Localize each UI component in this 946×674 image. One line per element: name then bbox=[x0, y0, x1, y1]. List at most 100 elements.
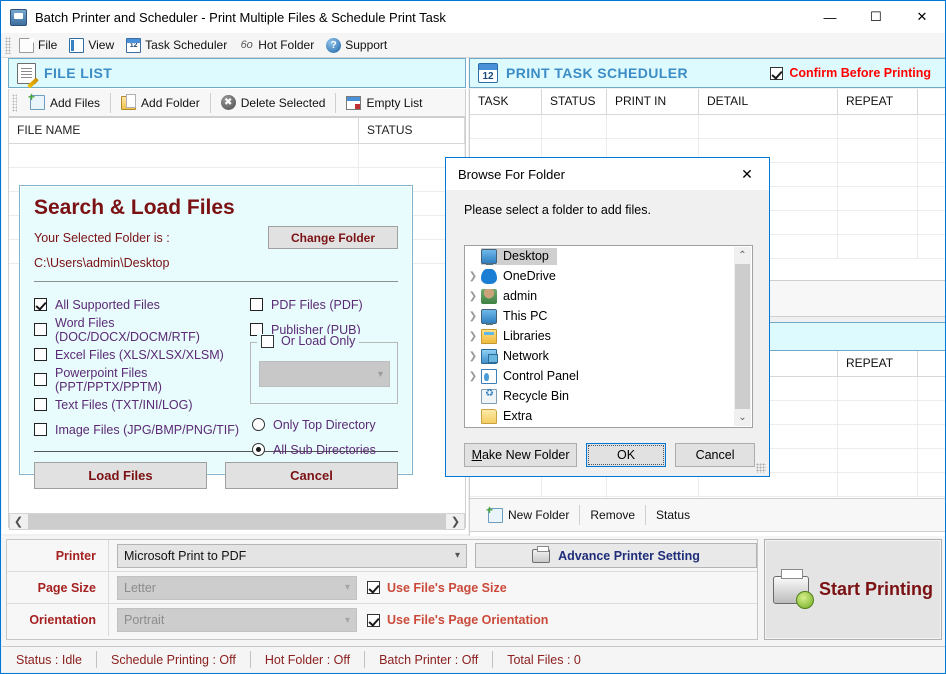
table-cell bbox=[838, 377, 918, 400]
chevron-right-icon[interactable]: ❯ bbox=[465, 371, 481, 382]
tree-item-label: This PC bbox=[503, 309, 547, 323]
or-load-only-checkbox[interactable]: Or Load Only bbox=[257, 334, 359, 348]
page-size-select[interactable]: Letter ▾ bbox=[117, 576, 357, 600]
tree-vertical-scrollbar[interactable]: ⌃ ⌄ bbox=[734, 247, 751, 426]
folder-toolbar: New Folder Remove Status bbox=[469, 498, 946, 532]
filter-image-files[interactable]: Image Files (JPG/BMP/PNG/TIF) bbox=[34, 417, 250, 442]
column-header-status[interactable]: STATUS bbox=[359, 118, 465, 143]
add-folder-label: Add Folder bbox=[141, 96, 200, 110]
filter-pdf-files[interactable]: PDF Files (PDF) bbox=[250, 292, 398, 317]
tree-item-control-panel[interactable]: ❯ Control Panel bbox=[465, 366, 752, 386]
table-row[interactable] bbox=[9, 144, 465, 168]
printer-label: Printer bbox=[7, 540, 109, 572]
cancel-button[interactable]: Cancel bbox=[675, 443, 755, 467]
folder-tree[interactable]: Desktop ❯ OneDrive ❯ admin ❯ This PC ❯ bbox=[464, 245, 753, 428]
column-header-repeat[interactable]: REPEAT bbox=[838, 351, 918, 376]
filter-text-files[interactable]: Text Files (TXT/INI/LOG) bbox=[34, 392, 250, 417]
or-load-only-combo[interactable]: ▾ bbox=[259, 361, 390, 387]
file-list-icon bbox=[17, 63, 36, 84]
radio-all-sub-directories[interactable]: All Sub Directories bbox=[252, 437, 376, 462]
column-header-task[interactable]: TASK bbox=[470, 89, 542, 114]
filter-excel-files[interactable]: Excel Files (XLS/XLSX/XLSM) bbox=[34, 342, 250, 367]
tree-item-this-pc[interactable]: ❯ This PC bbox=[465, 306, 752, 326]
orientation-select[interactable]: Portrait ▾ bbox=[117, 608, 357, 632]
filter-all-supported-files[interactable]: All Supported Files bbox=[34, 292, 250, 317]
resize-grip[interactable] bbox=[756, 463, 766, 473]
tree-item-libraries[interactable]: ❯ Libraries bbox=[465, 326, 752, 346]
tree-item-onedrive[interactable]: ❯ OneDrive bbox=[465, 266, 752, 286]
table-cell bbox=[838, 139, 918, 162]
ok-button[interactable]: OK bbox=[586, 443, 666, 467]
radio-label: All Sub Directories bbox=[273, 443, 376, 457]
new-folder-button[interactable]: New Folder bbox=[478, 506, 579, 525]
scheduler-grid-header: TASK STATUS PRINT IN DETAIL REPEAT bbox=[470, 89, 945, 115]
menu-item-task-scheduler[interactable]: 12 Task Scheduler bbox=[122, 36, 235, 55]
load-files-button[interactable]: Load Files bbox=[34, 462, 207, 489]
close-icon[interactable]: ✕ bbox=[725, 158, 769, 190]
cancel-button[interactable]: Cancel bbox=[225, 462, 398, 489]
change-folder-button[interactable]: Change Folder bbox=[268, 226, 398, 249]
close-button[interactable]: ✕ bbox=[899, 1, 945, 33]
menu-label-view: View bbox=[88, 38, 114, 52]
printer-select[interactable]: Microsoft Print to PDF ▾ bbox=[117, 544, 467, 568]
filter-word-files[interactable]: Word Files (DOC/DOCX/DOCM/RTF) bbox=[34, 317, 250, 342]
table-cell bbox=[542, 115, 607, 138]
confirm-before-printing-checkbox[interactable]: Confirm Before Printing bbox=[770, 66, 937, 80]
column-header-print-in[interactable]: PRINT IN bbox=[607, 89, 699, 114]
remove-button[interactable]: Remove bbox=[580, 506, 645, 524]
chevron-right-icon[interactable]: ❯ bbox=[465, 331, 481, 342]
menu-grip[interactable] bbox=[5, 37, 11, 54]
scroll-up-icon[interactable]: ⌃ bbox=[738, 247, 746, 264]
advance-printer-setting-button[interactable]: Advance Printer Setting bbox=[475, 543, 757, 568]
radio-only-top-directory[interactable]: Only Top Directory bbox=[252, 412, 376, 437]
menu-item-support[interactable]: ? Support bbox=[322, 36, 395, 55]
table-cell bbox=[838, 211, 918, 234]
column-header-repeat[interactable]: REPEAT bbox=[838, 89, 918, 114]
scroll-left-icon[interactable]: ❮ bbox=[10, 515, 27, 528]
menu-item-view[interactable]: View bbox=[65, 36, 122, 55]
add-folder-button[interactable]: Add Folder bbox=[111, 94, 210, 112]
chevron-right-icon[interactable]: ❯ bbox=[465, 271, 481, 282]
tree-item-network[interactable]: ❯ Network bbox=[465, 346, 752, 366]
chevron-down-icon: ▾ bbox=[378, 369, 383, 380]
menu-item-file[interactable]: File bbox=[15, 36, 65, 55]
table-cell bbox=[838, 425, 918, 448]
maximize-button[interactable]: ☐ bbox=[853, 1, 899, 33]
scroll-right-icon[interactable]: ❯ bbox=[447, 515, 464, 528]
chevron-right-icon[interactable]: ❯ bbox=[465, 291, 481, 302]
checkbox-icon bbox=[367, 581, 380, 594]
table-row[interactable] bbox=[470, 115, 945, 139]
scrollbar-thumb[interactable] bbox=[735, 264, 750, 409]
empty-list-button[interactable]: Empty List bbox=[336, 94, 432, 112]
tree-item-desktop[interactable]: Desktop bbox=[465, 246, 752, 266]
file-list-title: FILE LIST bbox=[44, 65, 112, 81]
column-header-detail[interactable]: DETAIL bbox=[699, 89, 838, 114]
this-pc-icon bbox=[481, 309, 497, 324]
toolbar-grip[interactable] bbox=[12, 94, 17, 112]
delete-selected-button[interactable]: ✖ Delete Selected bbox=[211, 93, 336, 112]
browse-for-folder-dialog: Browse For Folder ✕ Please select a fold… bbox=[445, 157, 770, 477]
start-printing-button[interactable]: Start Printing bbox=[764, 539, 942, 640]
menu-item-hot-folder[interactable]: 6o Hot Folder bbox=[235, 36, 322, 55]
minimize-button[interactable]: — bbox=[807, 1, 853, 33]
chevron-right-icon[interactable]: ❯ bbox=[465, 351, 481, 362]
tree-item-recycle-bin[interactable]: Recycle Bin bbox=[465, 386, 752, 406]
add-files-button[interactable]: Add Files bbox=[20, 93, 110, 112]
tree-item-label: Recycle Bin bbox=[503, 389, 569, 403]
use-files-page-orientation-checkbox[interactable]: Use File's Page Orientation bbox=[367, 613, 548, 627]
make-new-folder-button[interactable]: Make New Folder bbox=[464, 443, 577, 467]
filter-powerpoint-files[interactable]: Powerpoint Files (PPT/PPTX/PPTM) bbox=[34, 367, 250, 392]
checkbox-icon bbox=[34, 398, 47, 411]
search-load-title: Search & Load Files bbox=[34, 196, 412, 220]
chevron-right-icon[interactable]: ❯ bbox=[465, 311, 481, 322]
column-header-file-name[interactable]: FILE NAME bbox=[9, 118, 359, 143]
file-list-horizontal-scrollbar[interactable]: ❮ ❯ bbox=[9, 513, 465, 530]
column-header-status[interactable]: STATUS bbox=[542, 89, 607, 114]
tree-item-extra[interactable]: Extra bbox=[465, 406, 752, 426]
use-files-page-size-checkbox[interactable]: Use File's Page Size bbox=[367, 581, 507, 595]
scroll-down-icon[interactable]: ⌄ bbox=[738, 409, 746, 426]
checkbox-icon bbox=[34, 298, 47, 311]
scrollbar-thumb[interactable] bbox=[28, 514, 446, 529]
start-printing-label: Start Printing bbox=[819, 579, 933, 600]
tree-item-admin[interactable]: ❯ admin bbox=[465, 286, 752, 306]
